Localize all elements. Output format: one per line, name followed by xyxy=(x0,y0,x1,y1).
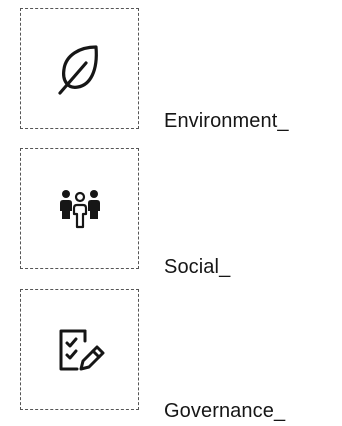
checklist-edit-icon xyxy=(59,329,104,370)
social-icon-box xyxy=(20,148,139,269)
leaf-icon xyxy=(57,44,98,95)
category-social[interactable]: Social_ xyxy=(0,148,342,278)
governance-icon-box xyxy=(20,289,139,410)
category-governance[interactable]: Governance_ xyxy=(0,289,342,422)
category-environment[interactable]: Environment_ xyxy=(0,8,342,132)
category-label-environment: Environment_ xyxy=(164,110,289,132)
category-label-governance: Governance_ xyxy=(164,400,286,422)
people-group-icon xyxy=(59,189,100,228)
category-label-social: Social_ xyxy=(164,256,231,278)
esg-categories-panel: Environment_ Social_ Governance_ xyxy=(0,0,342,426)
environment-icon-box xyxy=(20,8,139,129)
